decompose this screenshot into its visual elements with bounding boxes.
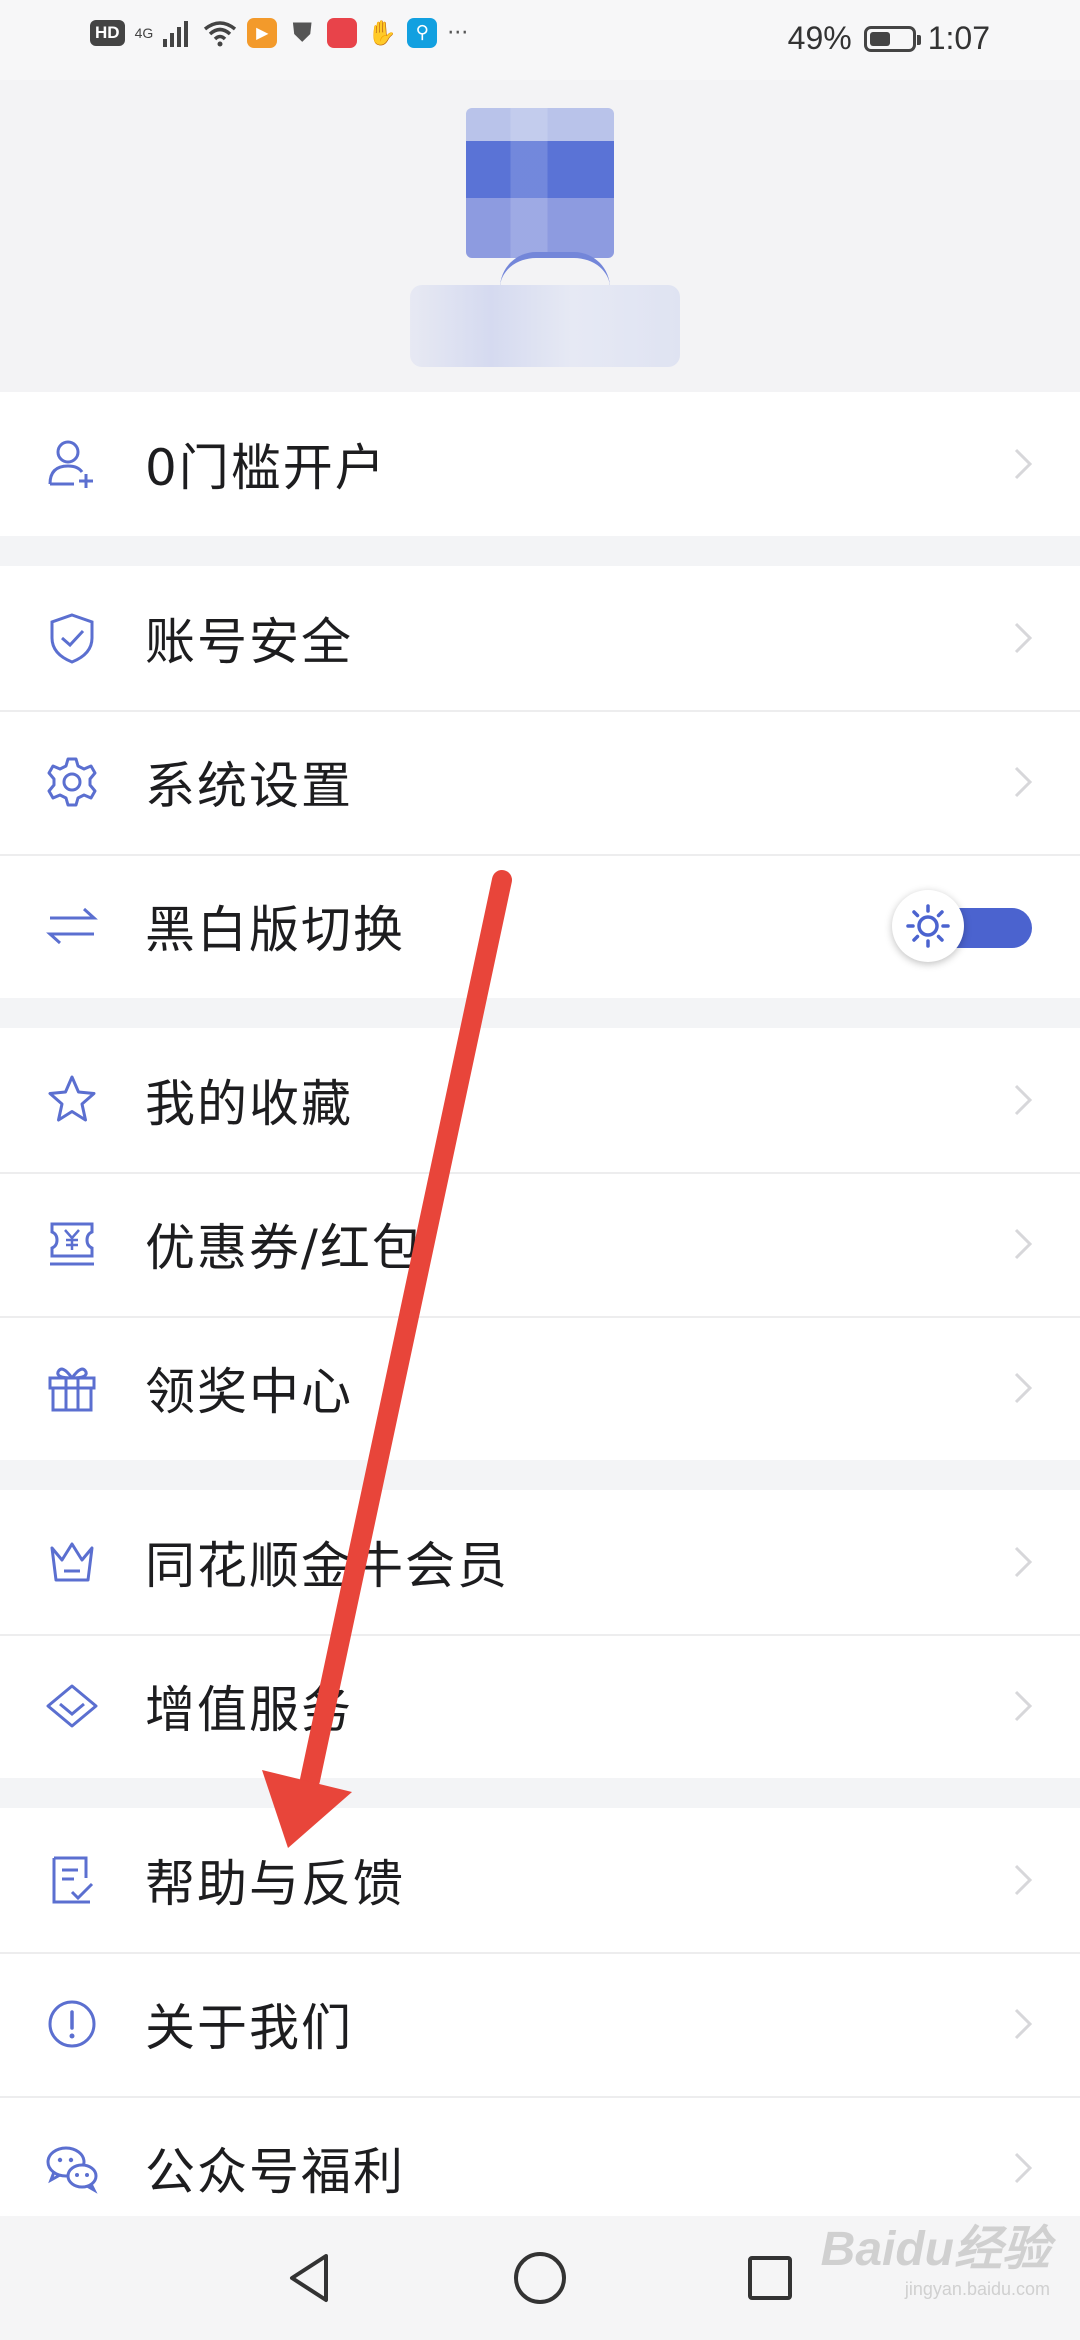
menu-group-account-open: 0门槛开户 — [0, 392, 1080, 536]
menu-item-label: 公众号福利 — [145, 2143, 405, 2201]
user-add-icon — [44, 436, 100, 492]
feedback-icon — [44, 1852, 100, 1908]
menu-item-value-added-services[interactable]: 增值服务 — [0, 1634, 1080, 1778]
menu-item-label: 黑白版切换 — [145, 901, 405, 959]
gear-icon — [44, 754, 100, 810]
watermark-main: Baidu经验 — [820, 2223, 1050, 2276]
chevron-right-icon — [1008, 1542, 1038, 1582]
theme-toggle-switch[interactable] — [892, 890, 1032, 962]
baidu-watermark: Baidu经验 jingyan.baidu.com — [821, 2209, 1050, 2300]
avatar[interactable] — [466, 108, 614, 258]
menu-item-label: 领奖中心 — [145, 1363, 353, 1421]
menu-item-help-feedback[interactable]: 帮助与反馈 — [0, 1808, 1080, 1952]
watermark-sub: jingyan.baidu.com — [904, 2279, 1050, 2299]
shield-check-icon — [44, 610, 100, 666]
network-label: 4G — [134, 25, 154, 41]
menu-item-label: 系统设置 — [145, 757, 353, 815]
clock: 1:07 — [927, 20, 990, 56]
menu-item-label: 账号安全 — [145, 613, 353, 671]
menu-item-label: 同花顺金牛会员 — [145, 1537, 509, 1595]
swap-arrows-icon — [44, 898, 100, 954]
wifi-icon — [204, 21, 237, 47]
coupon-icon — [44, 1216, 100, 1272]
sun-icon — [892, 890, 964, 962]
chevron-right-icon — [1008, 1368, 1038, 1408]
video-app-icon: ▶ — [247, 18, 278, 48]
profile-header[interactable] — [0, 80, 1080, 392]
username-blurred — [410, 285, 680, 367]
huawei-app-icon — [327, 18, 358, 48]
search-app-icon: ⚲ — [407, 18, 438, 48]
menu-item-favorites[interactable]: 我的收藏 — [0, 1028, 1080, 1172]
menu-item-coupons[interactable]: 优惠券/红包 — [0, 1172, 1080, 1316]
chevron-right-icon — [1008, 2148, 1038, 2188]
chevron-right-icon — [1008, 444, 1038, 484]
menu-item-label: 增值服务 — [145, 1681, 353, 1739]
home-circle-icon[interactable] — [508, 2246, 572, 2310]
chevron-right-icon — [1008, 1080, 1038, 1120]
menu-item-label: 我的收藏 — [145, 1075, 353, 1133]
crown-icon — [44, 1534, 100, 1590]
menu-group-help: 帮助与反馈 关于我们 公众号福利 — [0, 1808, 1080, 2240]
star-icon — [44, 1072, 100, 1128]
menu-group-settings: 账号安全 系统设置 黑白版切换 — [0, 566, 1080, 998]
hand-app-icon: ✋ — [367, 19, 398, 47]
signal-icon — [163, 21, 189, 47]
menu-item-about-us[interactable]: 关于我们 — [0, 1952, 1080, 2096]
info-icon — [44, 1996, 100, 2052]
diamond-icon — [44, 1678, 100, 1734]
status-left: HD 4G ▶ ⛊ ✋ ⚲ ··· — [90, 18, 468, 48]
menu-item-account-security[interactable]: 账号安全 — [0, 566, 1080, 710]
avatar-decoration — [500, 252, 610, 288]
menu-item-label: 关于我们 — [145, 1999, 353, 2057]
recents-square-icon[interactable] — [738, 2246, 802, 2310]
chevron-right-icon — [1008, 1686, 1038, 1726]
shield-status-icon: ⛊ — [292, 18, 312, 48]
hd-badge: HD — [90, 20, 125, 46]
chevron-right-icon — [1008, 618, 1038, 658]
chevron-right-icon — [1008, 1860, 1038, 1900]
menu-item-theme-switch[interactable]: 黑白版切换 — [0, 854, 1080, 998]
menu-group-rewards: 我的收藏 优惠券/红包 领奖中心 — [0, 1028, 1080, 1460]
chevron-right-icon — [1008, 1224, 1038, 1264]
wechat-icon — [44, 2140, 100, 2196]
status-right: 49% 1:07 — [788, 20, 990, 57]
menu-item-label: 帮助与反馈 — [145, 1855, 405, 1913]
chevron-right-icon — [1008, 2004, 1038, 2044]
menu-group-membership: 同花顺金牛会员 增值服务 — [0, 1490, 1080, 1778]
menu-item-label: 0门槛开户 — [145, 439, 387, 497]
chevron-right-icon — [1008, 762, 1038, 802]
back-triangle-icon[interactable] — [278, 2246, 342, 2310]
more-notifications-icon: ··· — [447, 20, 469, 46]
navigation-bar: Baidu经验 jingyan.baidu.com — [0, 2216, 1080, 2340]
battery-icon — [863, 25, 921, 52]
menu-item-open-account[interactable]: 0门槛开户 — [0, 392, 1080, 536]
gift-icon — [44, 1360, 100, 1416]
battery-fill — [869, 31, 890, 46]
battery-percent: 49% — [787, 20, 852, 56]
status-bar: HD 4G ▶ ⛊ ✋ ⚲ ··· 49% 1:07 — [0, 0, 1080, 80]
menu-item-system-settings[interactable]: 系统设置 — [0, 710, 1080, 854]
menu-item-reward-center[interactable]: 领奖中心 — [0, 1316, 1080, 1460]
menu-item-label: 优惠券/红包 — [145, 1219, 424, 1277]
menu-item-vip-membership[interactable]: 同花顺金牛会员 — [0, 1490, 1080, 1634]
